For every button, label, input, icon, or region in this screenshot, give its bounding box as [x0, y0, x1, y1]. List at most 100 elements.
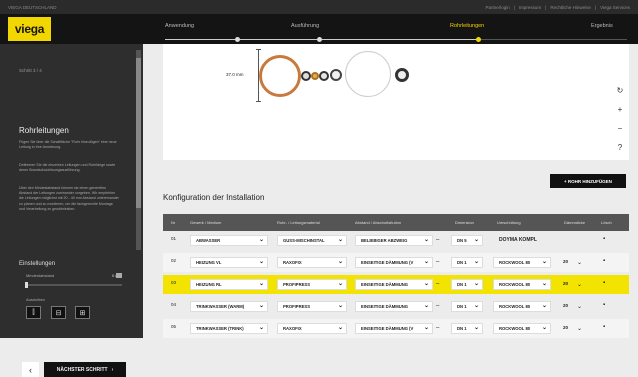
col-dimension: Dimension — [455, 220, 474, 225]
pipe-large[interactable] — [345, 51, 391, 97]
insulation-select[interactable]: ROCKWOOL 80 — [493, 301, 551, 312]
scroll-thumb[interactable] — [136, 58, 141, 208]
shutoff-select[interactable]: EINSEITIGE DÄMMUNG — [355, 301, 433, 312]
dimension-select[interactable]: DN 1 — [451, 257, 483, 268]
col-nr: Nr — [171, 220, 176, 225]
thickness-select[interactable]: 20 — [563, 259, 568, 264]
top-link-impressum[interactable]: Impressum — [519, 5, 541, 10]
step-dot — [317, 37, 322, 42]
viega-logo[interactable]: viega — [8, 17, 51, 41]
pipe-preview-canvas[interactable]: 37.0 mm ↻ + − ? — [163, 44, 629, 160]
align-left-icon: ⫿ — [32, 308, 35, 316]
chevron-down-icon[interactable]: ⌄ — [577, 281, 582, 288]
shutoff-select[interactable]: EINSEITIGE DÄMMUNG — [355, 279, 433, 290]
dimension-select[interactable]: DN 5 — [451, 235, 483, 246]
table-row: 01 ABWASSER GUSS-MISCHINSTAL BELIEBIGER … — [163, 231, 629, 250]
material-select[interactable]: GUSS-MISCHINSTAL — [277, 235, 347, 246]
chevron-left-icon: ‹ — [29, 364, 32, 375]
delete-icon[interactable]: ▪ — [603, 302, 605, 308]
insulation-select[interactable]: ROCKWOOL 80 — [493, 257, 551, 268]
material-select[interactable]: PROFIPRESS — [277, 279, 347, 290]
chevron-right-icon: › — [111, 366, 114, 373]
min-distance-slider[interactable] — [25, 282, 122, 288]
top-bar: VIEGA DEUTSCHLAND Partnerlogin | Impressu… — [0, 0, 638, 14]
min-distance-label: Mindestabstand — [26, 273, 55, 278]
step-dot — [476, 37, 481, 42]
table-header: Nr Gewerk / Medium Rohr- / Leitungsmater… — [163, 214, 629, 231]
sidebar-scrollbar[interactable] — [136, 50, 141, 250]
thickness-select[interactable]: 20 — [563, 281, 568, 286]
material-select[interactable]: PROFIPRESS — [277, 301, 347, 312]
pipe-small[interactable] — [311, 72, 319, 80]
material-select[interactable]: RAXOFIX — [277, 257, 347, 268]
shutoff-select[interactable]: BELIEBIGER ABZWEIG — [355, 235, 433, 246]
medium-select[interactable]: HEIZUNG RL — [190, 279, 268, 290]
align-right-icon: ⊞ — [79, 309, 86, 317]
align-right-button[interactable]: ⊞ — [75, 306, 90, 319]
min-distance-value[interactable]: 0 mm — [84, 273, 122, 279]
back-button[interactable]: ‹ — [22, 362, 39, 377]
help-paragraph-1: Fügen Sie über die Schaltfläche "Rohr hi… — [19, 140, 117, 150]
refresh-icon[interactable]: ↻ — [614, 84, 626, 96]
thickness-select[interactable]: 20 — [563, 325, 568, 330]
add-pipe-button[interactable]: + ROHR HINZUFÜGEN — [550, 174, 626, 188]
dimension-select[interactable]: DN 1 — [451, 323, 483, 334]
dimension-label: 37.0 mm — [226, 72, 244, 77]
top-links: Partnerlogin | Impressum | Rechtliche Hinw… — [485, 5, 630, 10]
chevron-down-icon[interactable]: ⌄ — [577, 303, 582, 310]
top-link-services[interactable]: Viega Services — [600, 5, 630, 10]
delete-icon[interactable]: ▪ — [603, 236, 605, 242]
sidebar-title: Rohrleitungen — [19, 126, 69, 135]
chevron-down-icon[interactable]: ⌄ — [577, 325, 582, 332]
slider-handle[interactable] — [25, 282, 28, 288]
medium-select[interactable]: HEIZUNG VL — [190, 257, 268, 268]
pipe-small[interactable] — [395, 68, 409, 82]
insulation-select[interactable]: ROCKWOOL 80 — [493, 279, 551, 290]
col-insulation: Umschüttung — [497, 220, 521, 225]
step-progress: Anwendung Ausführung Rohrleitungen Ergeb… — [163, 14, 629, 44]
pipe-small[interactable] — [319, 71, 329, 81]
pipe-small[interactable] — [330, 69, 342, 81]
minus-icon[interactable]: – — [436, 259, 439, 265]
step-number: Schritt 3 / 4 — [19, 68, 42, 73]
next-step-button[interactable]: NÄCHSTER SCHRITT › — [44, 362, 126, 377]
col-thickness: Dämmdicke — [564, 220, 586, 225]
top-link-legal[interactable]: Rechtliche Hinweise — [550, 5, 591, 10]
minus-icon[interactable]: – — [436, 281, 439, 287]
config-title: Konfiguration der Installation — [163, 193, 265, 202]
dimension-select[interactable]: DN 1 — [451, 301, 483, 312]
step-dot — [235, 37, 240, 42]
pipe-abwasser[interactable] — [259, 55, 301, 97]
minus-icon[interactable]: – — [436, 237, 439, 243]
shutoff-select[interactable]: EINSEITIGE DÄMMUNG (V — [355, 257, 433, 268]
col-delete: Lösch — [601, 220, 612, 225]
delete-icon[interactable]: ▪ — [603, 324, 605, 330]
help-paragraph-3: Über den Mindestabstand können sie einen… — [19, 186, 119, 211]
insulation-select[interactable]: DOYMA KOMPL — [499, 237, 537, 243]
dimension-select[interactable]: DN 1 — [451, 279, 483, 290]
insulation-select[interactable]: ROCKWOOL 80 — [493, 323, 551, 334]
table-row-selected: 03 HEIZUNG RL PROFIPRESS EINSEITIGE DÄMM… — [163, 275, 629, 294]
medium-select[interactable]: TRINKWASSER (WARM) — [190, 301, 268, 312]
align-label: Ausrichten — [26, 297, 45, 302]
material-select[interactable]: RAXOFIX — [277, 323, 347, 334]
thickness-select[interactable]: 20 — [563, 303, 568, 308]
delete-icon[interactable]: ▪ — [603, 280, 605, 286]
top-link-partner[interactable]: Partnerlogin — [485, 5, 509, 10]
minus-icon[interactable]: – — [436, 303, 439, 309]
shutoff-select[interactable]: EINSEITIGE DÄMMUNG (V — [355, 323, 433, 334]
delete-icon[interactable]: ▪ — [603, 258, 605, 264]
align-center-icon: ⊟ — [55, 309, 62, 317]
align-left-button[interactable]: ⫿ — [26, 306, 41, 319]
help-icon[interactable]: ? — [614, 141, 626, 153]
zoom-out-icon[interactable]: − — [614, 122, 626, 134]
pipe-small[interactable] — [301, 71, 311, 81]
minus-icon[interactable]: – — [436, 325, 439, 331]
settings-title: Einstellungen — [19, 261, 56, 267]
medium-select[interactable]: ABWASSER — [190, 235, 268, 246]
align-center-button[interactable]: ⊟ — [51, 306, 66, 319]
chevron-down-icon[interactable]: ⌄ — [577, 259, 582, 266]
zoom-in-icon[interactable]: + — [614, 103, 626, 115]
medium-select[interactable]: TRINKWASSER (TRINK) — [190, 323, 268, 334]
region-label: VIEGA DEUTSCHLAND — [8, 5, 57, 10]
